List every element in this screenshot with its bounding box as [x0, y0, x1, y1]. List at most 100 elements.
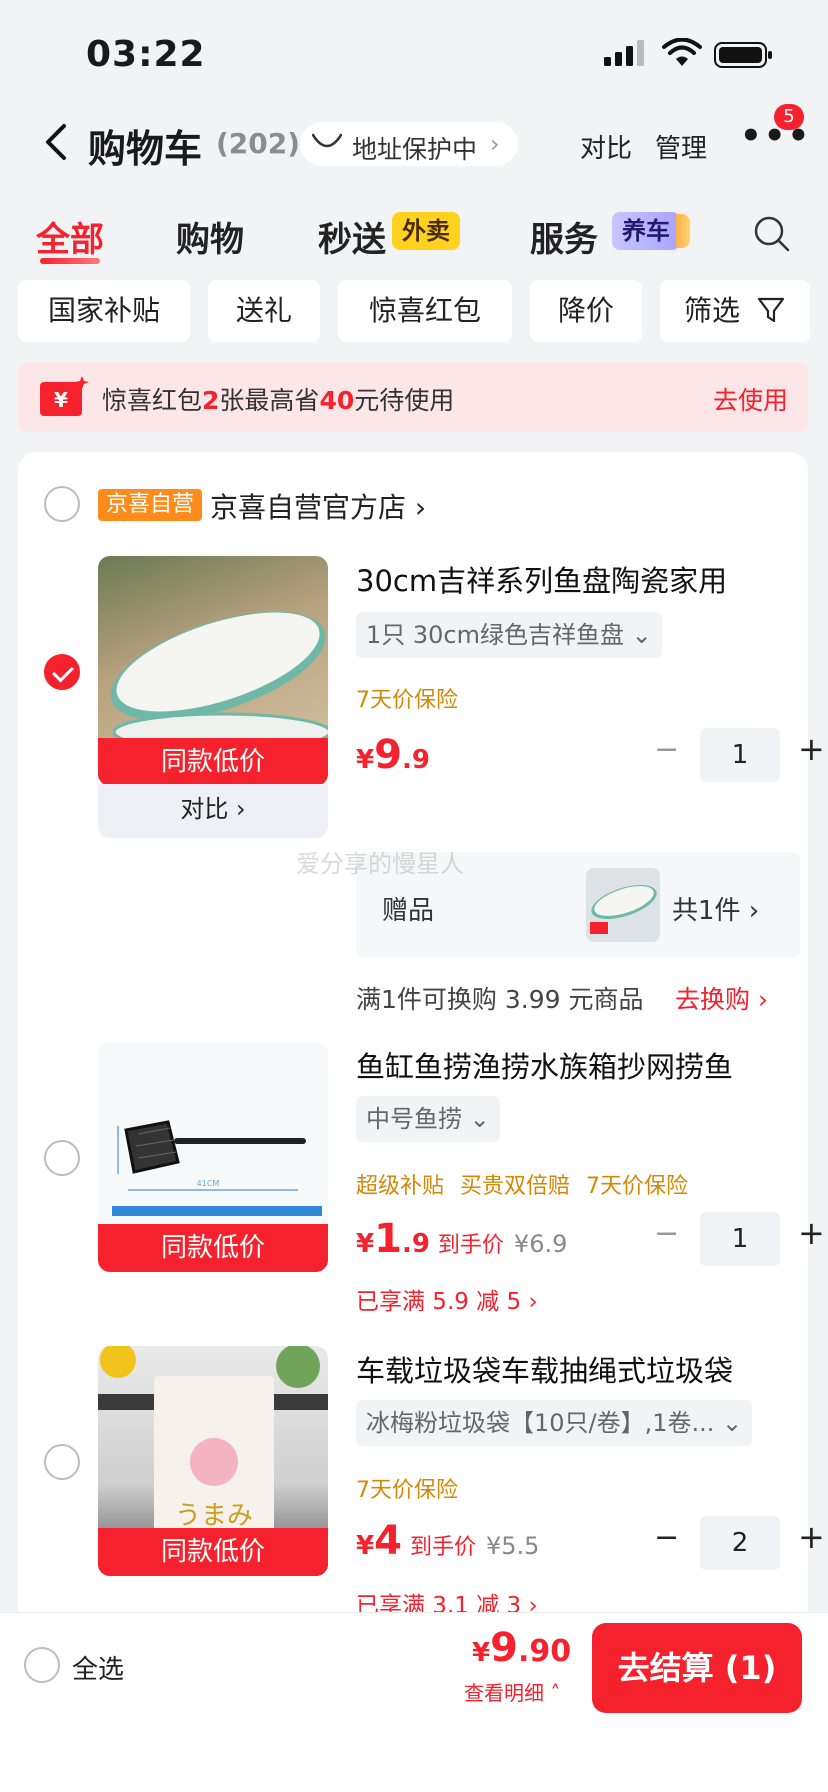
spec-selector[interactable]: 1只 30cm绿色吉祥鱼盘 ⌄ — [356, 612, 662, 658]
product-title[interactable]: 鱼缸鱼捞渔捞水族箱抄网捞鱼 — [356, 1044, 733, 1086]
chevron-right-icon: › — [406, 491, 427, 524]
price-protection-tag: 7天价保险 — [356, 1478, 458, 1503]
product-title[interactable]: 30cm吉祥系列鱼盘陶瓷家用 — [356, 558, 727, 600]
manage-button[interactable]: 管理 — [655, 128, 707, 165]
spec-label: 中号鱼捞 — [366, 1105, 462, 1133]
gift-count: 共1件 › — [672, 890, 759, 927]
total-decimal: .90 — [517, 1634, 572, 1669]
checkout-bar: 全选 ¥9.90 查看明细 ˄ 去结算 (1) — [0, 1612, 828, 1720]
filter-label: 筛选 — [684, 294, 741, 327]
car-care-badge: 养车 — [612, 212, 680, 250]
product-image[interactable]: 同款低价 — [98, 556, 328, 786]
filter-national-subsidy[interactable]: 国家补贴 — [18, 280, 190, 342]
item-checkbox[interactable] — [44, 1140, 80, 1176]
item-checkbox[interactable] — [44, 654, 80, 690]
checkout-button[interactable]: 去结算 (1) — [592, 1623, 802, 1713]
total-price: ¥9.90 — [472, 1625, 571, 1671]
decrease-button[interactable]: − — [654, 1520, 679, 1555]
increase-button[interactable]: + — [798, 1518, 825, 1556]
quantity-stepper[interactable]: − 2 + — [630, 1516, 825, 1570]
filter-chips: 国家补贴 送礼 惊喜红包 降价 筛选 — [0, 280, 828, 342]
chevron-right-icon: › — [740, 896, 760, 926]
active-tab-indicator — [40, 258, 100, 264]
service-tags: 7天价保险 — [356, 1472, 474, 1504]
product-image[interactable]: 41CM 同款低价 — [98, 1042, 328, 1272]
quantity-stepper[interactable]: − 1 + — [630, 728, 825, 782]
select-all-checkbox[interactable] — [24, 1647, 60, 1683]
search-icon[interactable] — [752, 214, 792, 254]
increase-button[interactable]: + — [798, 1214, 825, 1252]
spec-selector[interactable]: 冰梅粉垃圾袋【10只/卷】,1卷... ⌄ — [356, 1400, 753, 1446]
discount-info[interactable]: 已享满 5.9 减 5 › — [356, 1282, 538, 1316]
tab-shopping[interactable]: 购物 — [176, 212, 244, 261]
cart-count: (202) — [216, 127, 301, 160]
address-protection-label: 地址保护中 — [352, 135, 478, 164]
notification-badge: 5 — [774, 104, 804, 130]
currency-symbol: ¥ — [356, 1531, 375, 1561]
quantity-stepper[interactable]: − 1 + — [630, 1212, 825, 1266]
item-checkbox[interactable] — [44, 1444, 80, 1480]
status-time: 03:22 — [86, 34, 206, 75]
tab-instant-delivery[interactable]: 秒送 — [318, 212, 386, 261]
filter-price-drop[interactable]: 降价 — [530, 280, 642, 342]
mask-icon — [312, 133, 342, 148]
original-price: ¥5.5 — [485, 1532, 540, 1560]
quantity-value[interactable]: 2 — [700, 1516, 780, 1570]
coupon-text-c: 元待使用 — [354, 386, 455, 415]
increase-button[interactable]: + — [798, 730, 825, 768]
store-select-checkbox[interactable] — [44, 486, 80, 522]
currency-symbol: ¥ — [356, 1229, 375, 1259]
tab-all[interactable]: 全部 — [36, 212, 104, 261]
currency-symbol: ¥ — [356, 745, 375, 775]
coupon-banner[interactable]: ¥ 惊喜红包2张最高省40元待使用 去使用 — [18, 362, 808, 432]
select-all-label[interactable]: 全选 — [72, 1649, 124, 1686]
chevron-right-icon: › — [228, 795, 246, 823]
double-refund-tag: 买贵双倍赔 — [460, 1174, 571, 1199]
price-protection-tag: 7天价保险 — [586, 1174, 689, 1199]
status-bar: 03:22 — [0, 0, 828, 100]
store-tag: 京喜自营 — [98, 489, 203, 521]
quantity-value[interactable]: 1 — [700, 1212, 780, 1266]
product-title[interactable]: 车载垃圾袋车载抽绳式垃圾袋 — [356, 1348, 733, 1390]
total-integer: 9 — [490, 1625, 518, 1671]
filter-gift[interactable]: 送礼 — [208, 280, 320, 342]
chevron-right-icon: › — [521, 1289, 538, 1315]
coupon-text: 惊喜红包2张最高省40元待使用 — [102, 381, 454, 417]
final-price-label: 到手价 — [437, 1233, 504, 1258]
compare-button[interactable]: 对比 — [580, 128, 632, 165]
original-price: ¥6.9 — [513, 1230, 568, 1258]
chevron-right-icon: › — [750, 985, 768, 1014]
price-decimal: .9 — [401, 1229, 430, 1259]
svg-text:41CM: 41CM — [197, 1179, 220, 1188]
gift-image — [586, 868, 660, 942]
product-image[interactable]: うまみ 同款低价 — [98, 1346, 328, 1576]
spec-selector[interactable]: 中号鱼捞 ⌄ — [356, 1096, 500, 1142]
service-tags: 7天价保险 — [356, 682, 474, 714]
filter-button[interactable]: 筛选 — [660, 280, 810, 342]
back-icon[interactable] — [42, 122, 70, 162]
cart-header: 购物车 (202) 地址保护中 › 对比 管理 ••• 5 — [0, 100, 828, 190]
swap-offer-link[interactable]: 去换购 › — [675, 980, 768, 1016]
compare-link-label: 对比 — [180, 795, 229, 823]
decrease-button[interactable]: − — [654, 1216, 679, 1251]
price-integer: 9 — [374, 732, 402, 778]
use-coupon-button[interactable]: 去使用 — [713, 381, 788, 417]
view-details-link[interactable]: 查看明细 ˄ — [464, 1677, 560, 1706]
tab-services[interactable]: 服务 — [530, 212, 598, 261]
spec-label: 1只 30cm绿色吉祥鱼盘 — [366, 621, 625, 649]
total-currency: ¥ — [472, 1638, 491, 1668]
store-name-link[interactable]: 京喜自营官方店 › — [210, 486, 426, 526]
quantity-value[interactable]: 1 — [700, 728, 780, 782]
red-packet-icon: ¥ — [40, 376, 89, 416]
price-integer: 4 — [374, 1518, 402, 1564]
gift-count-label: 共1件 — [672, 896, 741, 926]
chevron-up-icon: ˄ — [544, 1681, 561, 1705]
spec-label: 冰梅粉垃圾袋【10只/卷】,1卷... — [366, 1409, 715, 1437]
decrease-button[interactable]: − — [654, 732, 679, 767]
price-integer: 1 — [374, 1216, 402, 1262]
filter-red-packet[interactable]: 惊喜红包 — [338, 280, 512, 342]
address-protection-button[interactable]: 地址保护中 › — [300, 122, 518, 166]
compare-link[interactable]: 对比 › — [98, 784, 328, 838]
swap-offer-label: 去换购 — [675, 985, 751, 1014]
coupon-text-b: 张最高省 — [219, 386, 320, 415]
